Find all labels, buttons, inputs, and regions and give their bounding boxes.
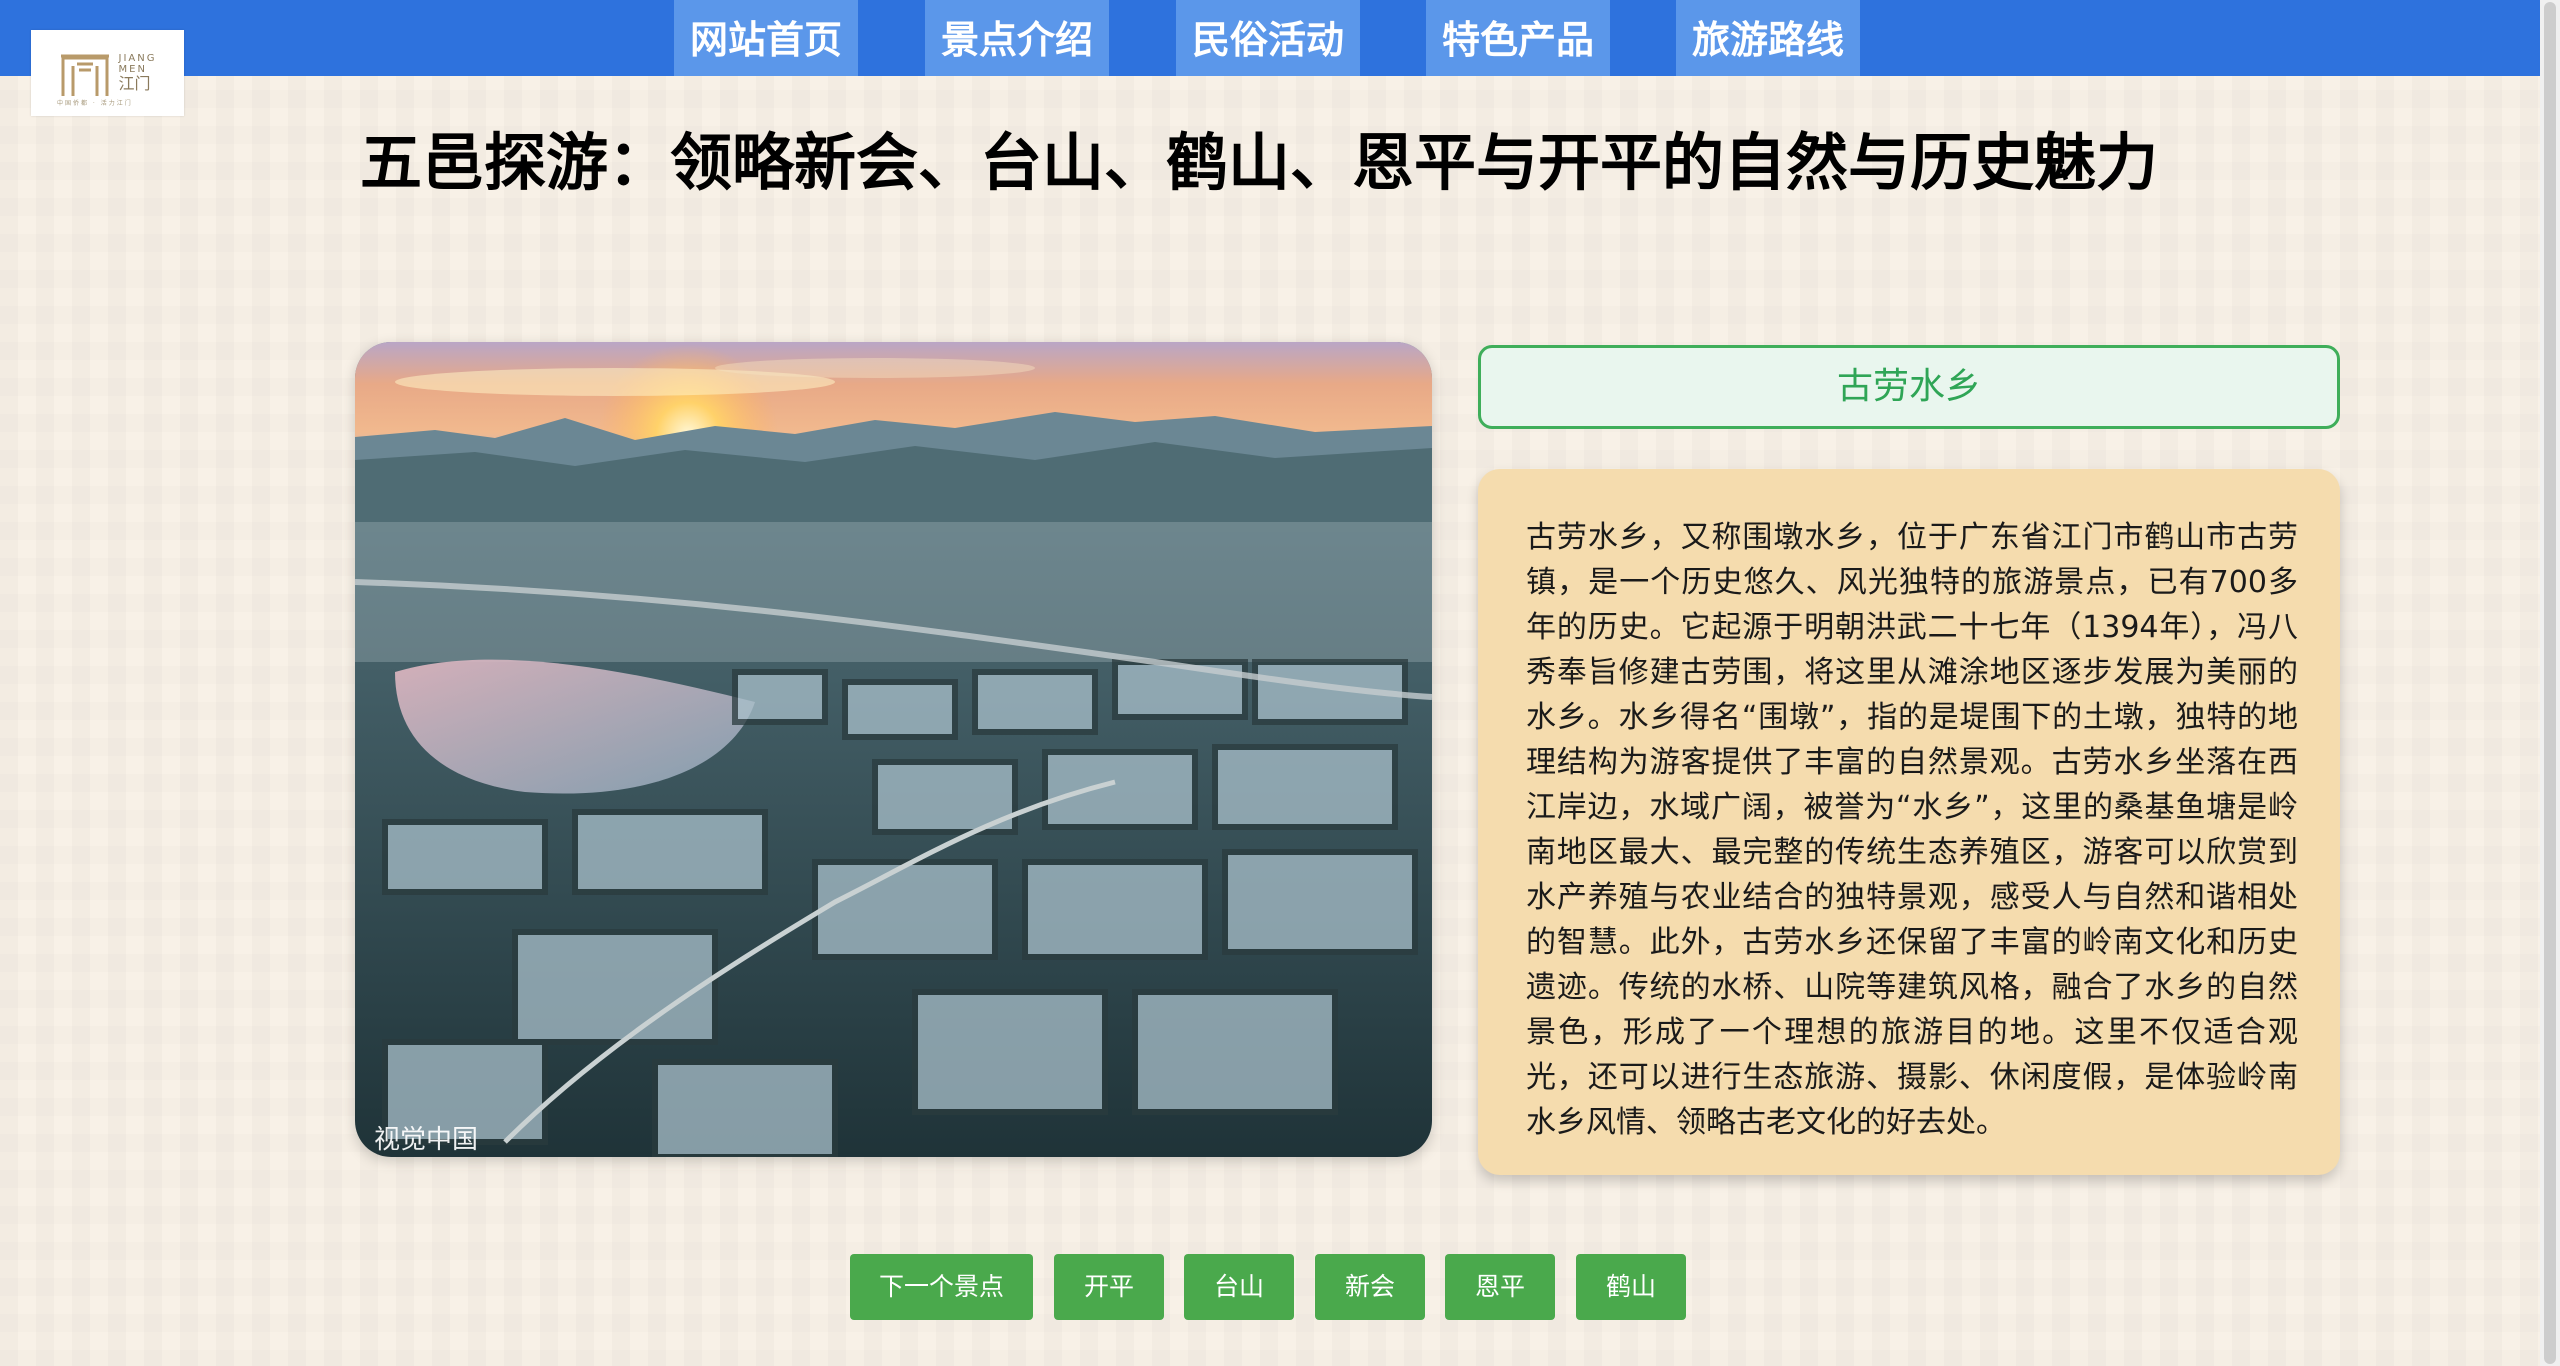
photo-credit: 视觉中国 (374, 1125, 479, 1155)
logo-cn: 江门 (118, 74, 151, 93)
nav-attractions[interactable]: 景点介绍 (925, 0, 1109, 76)
logo-tagline: 中国侨都 · 活力江门 (57, 100, 133, 107)
taishan-button[interactable]: 台山 (1184, 1254, 1294, 1320)
gate-icon (60, 54, 109, 96)
next-attraction-button[interactable]: 下一个景点 (850, 1254, 1033, 1320)
page-title: 五邑探游：领略新会、台山、鹤山、恩平与开平的自然与历史魅力 (360, 126, 2159, 199)
logo-en-line1: JIANG (118, 53, 157, 64)
enping-button[interactable]: 恩平 (1445, 1254, 1555, 1320)
nav-travel-routes[interactable]: 旅游路线 (1676, 0, 1860, 76)
nav-specialty-products[interactable]: 特色产品 (1426, 0, 1610, 76)
kaiping-button[interactable]: 开平 (1054, 1254, 1164, 1320)
attraction-description-card: 古劳水乡，又称围墩水乡，位于广东省江门市鹤山市古劳镇，是一个历史悠久、风光独特的… (1478, 469, 2340, 1175)
attraction-name: 古劳水乡 (1478, 345, 2340, 429)
top-nav-bar: 网站首页 景点介绍 民俗活动 特色产品 旅游路线 (0, 0, 2560, 76)
xinhui-button[interactable]: 新会 (1315, 1254, 1425, 1320)
jiangmen-logo[interactable]: JIANG MEN 江门 中国侨都 · 活力江门 (31, 30, 184, 116)
heshan-button[interactable]: 鹤山 (1576, 1254, 1686, 1320)
vertical-scrollbar[interactable] (2540, 0, 2560, 1366)
scrollbar-thumb[interactable] (2544, 2, 2556, 1364)
logo-text: JIANG MEN 江门 (119, 53, 157, 93)
attraction-photo (355, 342, 1432, 1157)
nav-folk-activities[interactable]: 民俗活动 (1176, 0, 1360, 76)
attraction-description: 古劳水乡，又称围墩水乡，位于广东省江门市鹤山市古劳镇，是一个历史悠久、风光独特的… (1526, 520, 2298, 1140)
nav-home[interactable]: 网站首页 (674, 0, 858, 76)
